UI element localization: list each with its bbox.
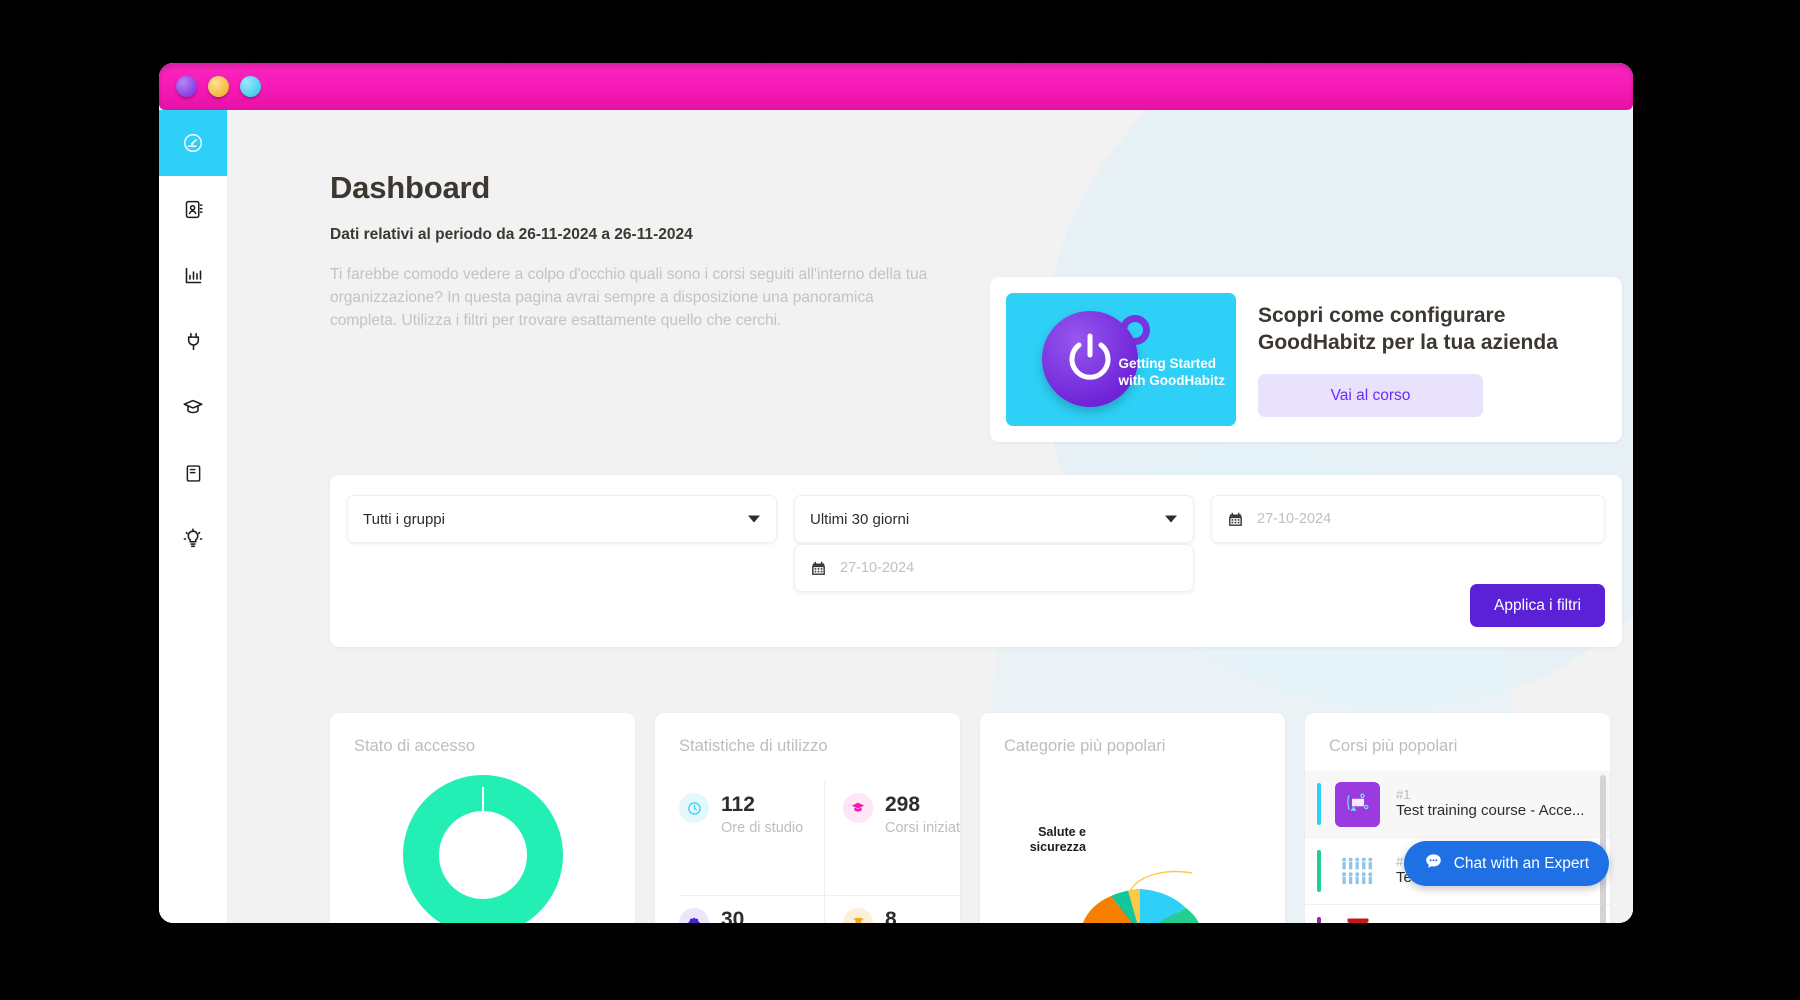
chat-with-expert-button[interactable]: Chat with an Expert <box>1403 841 1609 886</box>
access-donut-chart <box>330 775 635 923</box>
promo-title: Scopri come configurare GoodHabitz per l… <box>1258 303 1558 354</box>
sidebar-item-library[interactable] <box>159 440 227 506</box>
promo-content: Scopri come configurare GoodHabitz per l… <box>1236 302 1618 418</box>
badge-icon <box>679 908 709 923</box>
plug-icon <box>183 331 204 352</box>
popular-courses-title: Corsi più popolari <box>1329 737 1458 755</box>
date-to-value: 27-10-2024 <box>1257 511 1332 527</box>
lightbulb-icon <box>182 528 204 550</box>
usage-stats-title: Statistiche di utilizzo <box>679 737 828 755</box>
stat-study-hours: 112 Ore di studio <box>679 781 825 896</box>
stat-value: 30 <box>721 908 745 923</box>
chevron-down-icon <box>1165 515 1177 523</box>
go-to-course-button[interactable]: Vai al corso <box>1258 374 1483 418</box>
main-content: Dashboard Dati relativi al periodo da 26… <box>228 110 1633 923</box>
popular-categories-title: Categorie più popolari <box>1004 737 1166 755</box>
sidebar-item-courses[interactable] <box>159 374 227 440</box>
sidebar-item-integrations[interactable] <box>159 308 227 374</box>
chat-label: Chat with an Expert <box>1453 854 1589 872</box>
promo-thumbnail: Getting Started with GoodHabitz <box>1006 293 1236 426</box>
course-rank: #3 <box>1396 921 1557 923</box>
access-status-title: Stato di accesso <box>354 737 476 755</box>
window-controls <box>176 76 261 97</box>
period-select[interactable]: Ultimi 30 giorni <box>794 495 1194 543</box>
categories-pie-chart: Salute e sicurezza Efficaci... Leadershi… <box>980 773 1285 923</box>
promo-thumbnail-caption: Getting Started with GoodHabitz <box>1119 356 1225 390</box>
group-select-value: Tutti i gruppi <box>363 510 445 528</box>
page-description: Ti farebbe comodo vedere a colpo d'occhi… <box>330 266 928 329</box>
course-list-item[interactable]: #1 Test training course - Acce... <box>1305 771 1610 838</box>
access-status-card: Stato di accesso 3 utenti registrati <box>330 713 635 923</box>
date-to-input[interactable]: 27-10-2024 <box>1211 495 1605 543</box>
graduation-cap-icon <box>182 396 204 418</box>
stat-course-certificates: 30 Attestati del corso <box>679 896 825 923</box>
stat-label: Corsi iniziati <box>885 820 960 837</box>
sidebar-item-users[interactable] <box>159 176 227 242</box>
power-icon <box>1069 333 1111 380</box>
usage-stats-card: Statistiche di utilizzo 112 Ore di studi… <box>655 713 960 923</box>
speedometer-icon <box>182 132 204 154</box>
filter-panel: Tutti i gruppi Ultimi 30 giorni 27-10-20… <box>330 475 1622 647</box>
graduation-cap-icon <box>843 793 873 823</box>
sidebar-item-dashboard[interactable] <box>159 110 227 176</box>
course-list-item[interactable]: #3 Speak Business English <box>1305 905 1610 923</box>
popular-courses-card: Corsi più popolari #1 Test training cour… <box>1305 713 1610 923</box>
period-select-value: Ultimi 30 giorni <box>810 510 910 528</box>
date-from-value: 27-10-2024 <box>840 560 915 576</box>
minimize-button[interactable] <box>208 76 229 97</box>
window-titlebar <box>159 63 1633 110</box>
stat-value: 112 <box>721 793 755 816</box>
close-button[interactable] <box>176 76 197 97</box>
maximize-button[interactable] <box>240 76 261 97</box>
stat-courses-started: 298 Corsi iniziati <box>825 781 960 896</box>
stat-test-certificates: 8 Certificati del test <box>825 896 960 923</box>
course-rank: #1 <box>1396 786 1411 802</box>
cards-row: Stato di accesso 3 utenti registrati <box>330 713 1610 923</box>
sidebar-item-reports[interactable] <box>159 242 227 308</box>
course-accent-bar <box>1317 917 1321 923</box>
stat-value: 298 <box>885 793 921 816</box>
address-book-icon <box>183 199 204 220</box>
sidebar <box>159 110 228 923</box>
apply-filters-button[interactable]: Applica i filtri <box>1470 584 1605 627</box>
popular-categories-card: Categorie più popolari Salute e sicurezz… <box>980 713 1285 923</box>
page-title: Dashboard <box>330 170 491 205</box>
course-thumbnail <box>1335 915 1380 923</box>
chevron-down-icon <box>748 515 760 523</box>
course-thumbnail <box>1335 781 1380 827</box>
book-icon <box>183 463 204 484</box>
course-name: Test training course - Acce... <box>1396 802 1585 820</box>
date-from-input[interactable]: 27-10-2024 <box>794 544 1194 592</box>
bar-chart-icon <box>183 265 204 286</box>
calendar-icon <box>1227 511 1244 528</box>
window-body: Dashboard Dati relativi al periodo da 26… <box>159 110 1633 923</box>
course-thumbnail <box>1335 848 1380 894</box>
telephone-box-icon <box>1347 918 1368 923</box>
browser-window: Dashboard Dati relativi al periodo da 26… <box>159 63 1633 923</box>
usage-stats-grid: 112 Ore di studio 298 Corsi iniziati 30 … <box>679 781 960 923</box>
stat-label: Ore di studio <box>721 820 804 837</box>
course-accent-bar <box>1317 850 1321 892</box>
group-select[interactable]: Tutti i gruppi <box>347 495 777 543</box>
trophy-icon <box>843 908 873 923</box>
promo-caption-line2: with GoodHabitz <box>1118 373 1225 389</box>
promo-banner: Getting Started with GoodHabitz Scopri c… <box>990 277 1622 442</box>
stat-value: 8 <box>885 908 897 923</box>
sidebar-item-insights[interactable] <box>159 506 227 572</box>
clock-icon <box>679 793 709 823</box>
period-subtitle: Dati relativi al periodo da 26-11-2024 a… <box>330 226 693 243</box>
chat-bubble-icon <box>1424 852 1443 876</box>
pie-label-health: Salute e sicurezza <box>1029 825 1086 855</box>
course-accent-bar <box>1317 783 1321 825</box>
promo-caption-line1: Getting Started <box>1118 356 1217 372</box>
calendar-icon <box>810 560 827 577</box>
